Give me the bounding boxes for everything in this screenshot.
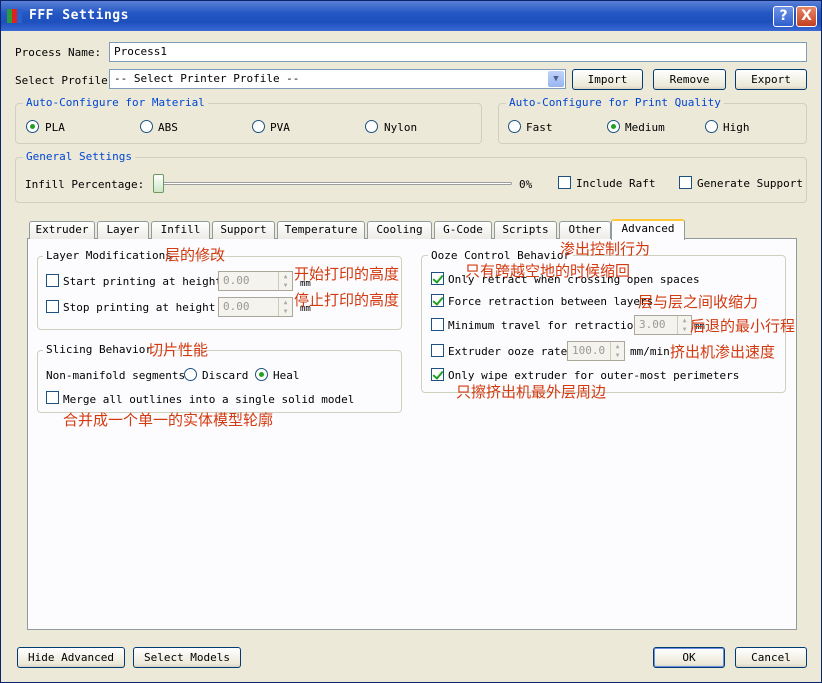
slicing-behavior-annotation: 切片性能	[148, 341, 209, 359]
remove-button[interactable]: Remove	[653, 69, 726, 90]
process-name-label: Process Name:	[15, 46, 102, 59]
stop-printing-label: Stop printing at height	[63, 301, 216, 314]
fff-settings-window: FFF Settings ? X Process Name: Process1 …	[0, 0, 822, 683]
ooze-rate-spinner[interactable]: ▲ ▼	[610, 342, 624, 360]
stop-printing-annotation: 停止打印的高度	[294, 291, 400, 309]
quality-group-title: Auto-Configure for Print Quality	[506, 96, 724, 109]
import-button[interactable]: Import	[572, 69, 643, 90]
cancel-button[interactable]: Cancel	[735, 647, 807, 668]
merge-outlines-annotation: 合并成一个单一的实体模型轮廓	[63, 411, 274, 429]
start-printing-checkbox[interactable]	[46, 274, 59, 287]
radio-medium[interactable]	[607, 120, 620, 133]
stop-height-value: 0.00	[223, 300, 250, 313]
window-title: FFF Settings	[29, 8, 129, 23]
infill-slider-thumb[interactable]	[153, 174, 164, 193]
merge-outlines-label: Merge all outlines into a single solid m…	[63, 393, 355, 406]
start-height-value: 0.00	[223, 274, 250, 287]
infill-percentage-label: Infill Percentage:	[25, 178, 145, 191]
tab-cooling[interactable]: Cooling	[367, 221, 432, 239]
tab-extruder[interactable]: Extruder	[29, 221, 95, 239]
infill-slider-track[interactable]	[153, 182, 512, 185]
stop-height-spinner[interactable]: ▲ ▼	[278, 298, 292, 316]
hide-advanced-button[interactable]: Hide Advanced	[17, 647, 125, 668]
infill-value: 0%	[519, 178, 533, 191]
select-profile-label: Select Profile:	[15, 74, 115, 87]
stop-height-input[interactable]: 0.00 ▲ ▼	[218, 297, 293, 317]
generate-support-checkbox[interactable]	[679, 176, 692, 189]
ooze-rate-annotation: 挤出机渗出速度	[670, 343, 776, 361]
ooze-rate-checkbox[interactable]	[431, 344, 444, 357]
only-retract-checkbox[interactable]	[431, 272, 444, 285]
radio-pla[interactable]	[26, 120, 39, 133]
general-settings-title: General Settings	[23, 150, 135, 163]
radio-fast-label: Fast	[526, 121, 553, 134]
min-travel-annotation: 后退的最小行程	[690, 317, 796, 335]
radio-abs[interactable]	[140, 120, 153, 133]
start-printing-label: Start printing at height	[63, 275, 222, 288]
start-printing-annotation: 开始打印的高度	[294, 265, 400, 283]
radio-high-label: High	[723, 121, 750, 134]
only-retract-annotation: 只有跨越空地的时候缩回	[465, 262, 631, 280]
ooze-control-annotation: 渗出控制行为	[560, 240, 651, 258]
ooze-rate-input[interactable]: 100.0 ▲ ▼	[567, 341, 625, 361]
radio-pva-label: PVA	[270, 121, 290, 134]
help-button[interactable]: ?	[773, 6, 794, 27]
export-button[interactable]: Export	[735, 69, 807, 90]
start-height-spinner[interactable]: ▲ ▼	[278, 272, 292, 290]
radio-heal-label: Heal	[273, 369, 300, 382]
select-models-button[interactable]: Select Models	[133, 647, 241, 668]
only-wipe-checkbox[interactable]	[431, 368, 444, 381]
min-travel-input[interactable]: 3.00 ▲ ▼	[634, 315, 692, 335]
radio-discard[interactable]	[184, 368, 197, 381]
tab-support[interactable]: Support	[212, 221, 275, 239]
radio-discard-label: Discard	[202, 369, 249, 382]
tab-other[interactable]: Other	[559, 221, 611, 239]
radio-pva[interactable]	[252, 120, 265, 133]
process-name-input[interactable]: Process1	[109, 42, 807, 62]
ooze-rate-unit: mm/min	[630, 345, 670, 358]
radio-pla-label: PLA	[45, 121, 65, 134]
force-retract-checkbox[interactable]	[431, 294, 444, 307]
stop-printing-checkbox[interactable]	[46, 300, 59, 313]
min-travel-label: Minimum travel for retraction	[448, 319, 641, 332]
generate-support-label: Generate Support	[697, 177, 803, 190]
include-raft-label: Include Raft	[576, 177, 656, 190]
radio-nylon-label: Nylon	[384, 121, 418, 134]
close-button[interactable]: X	[796, 6, 817, 27]
non-manifold-label: Non-manifold segments:	[46, 369, 192, 382]
layer-modifications-annotation: 层的修改	[165, 246, 226, 264]
material-group-title: Auto-Configure for Material	[23, 96, 208, 109]
min-travel-spinner[interactable]: ▲ ▼	[677, 316, 691, 334]
tab-advanced[interactable]: Advanced	[611, 219, 685, 240]
force-retract-annotation: 层与层之间收缩力	[638, 293, 759, 311]
ok-button[interactable]: OK	[653, 647, 725, 668]
tab-temperature[interactable]: Temperature	[277, 221, 365, 239]
min-travel-checkbox[interactable]	[431, 318, 444, 331]
layer-modifications-title: Layer Modifications	[43, 249, 175, 262]
radio-fast[interactable]	[508, 120, 521, 133]
app-icon	[7, 9, 23, 23]
radio-heal[interactable]	[255, 368, 268, 381]
radio-nylon[interactable]	[365, 120, 378, 133]
tab-gcode[interactable]: G-Code	[434, 221, 492, 239]
min-travel-value: 3.00	[639, 318, 666, 331]
radio-high[interactable]	[705, 120, 718, 133]
tab-layer[interactable]: Layer	[97, 221, 149, 239]
start-height-input[interactable]: 0.00 ▲ ▼	[218, 271, 293, 291]
title-bar[interactable]: FFF Settings ? X	[1, 1, 821, 31]
include-raft-checkbox[interactable]	[558, 176, 571, 189]
only-wipe-annotation: 只擦挤出机最外层周边	[456, 383, 607, 401]
slicing-behavior-title: Slicing Behavior	[43, 343, 155, 356]
radio-medium-label: Medium	[625, 121, 665, 134]
tab-infill[interactable]: Infill	[151, 221, 210, 239]
tab-scripts[interactable]: Scripts	[494, 221, 557, 239]
profile-select[interactable]: -- Select Printer Profile -- ▼	[109, 69, 566, 89]
radio-abs-label: ABS	[158, 121, 178, 134]
force-retract-label: Force retraction between layers	[448, 295, 654, 308]
ooze-rate-label: Extruder ooze rate	[448, 345, 568, 358]
merge-outlines-checkbox[interactable]	[46, 391, 59, 404]
ooze-rate-value: 100.0	[572, 344, 606, 357]
chevron-down-icon[interactable]: ▼	[548, 71, 564, 87]
profile-select-value: -- Select Printer Profile --	[114, 72, 300, 85]
